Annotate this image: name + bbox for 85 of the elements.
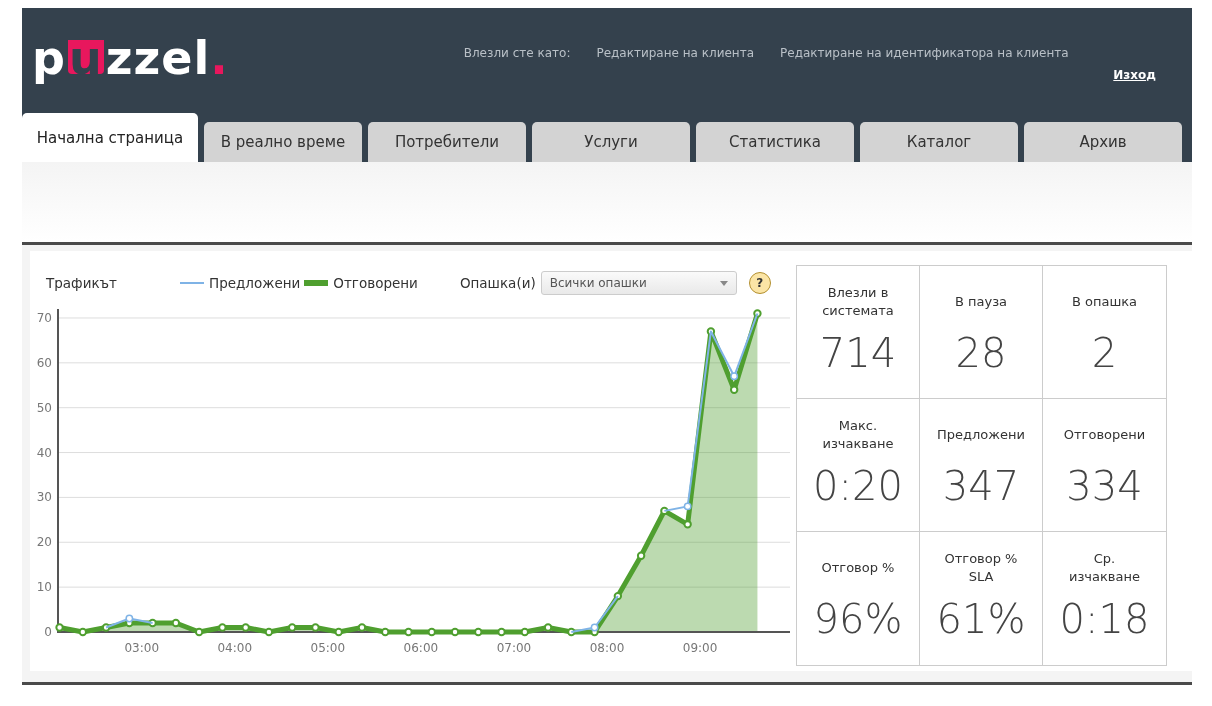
tab[interactable]: Услуги — [532, 122, 690, 162]
data-point — [218, 623, 227, 632]
axis-label: 30 — [36, 490, 52, 505]
stat-label: Макс. изчакване — [821, 416, 895, 453]
logout-link[interactable]: Изход — [1113, 68, 1156, 82]
stat-value: 61% — [936, 596, 1026, 642]
tab[interactable]: Каталог — [860, 122, 1018, 162]
queue-dropdown[interactable]: Всички опашки — [540, 271, 737, 295]
data-point — [567, 627, 576, 637]
axis-label: 50 — [36, 400, 52, 415]
data-point — [520, 627, 529, 637]
customer-id: Редактиране на идентификатора на клиента — [780, 46, 1069, 60]
axis-label: 05:00 — [310, 641, 346, 655]
axis-label: 10 — [36, 580, 52, 595]
data-point — [404, 627, 413, 637]
stat-value: 0:18 — [1059, 596, 1150, 642]
stat-value: 0:20 — [813, 463, 903, 509]
axis-label: 09:00 — [682, 641, 718, 655]
data-point — [613, 591, 623, 601]
tab[interactable]: Начална страница — [22, 113, 198, 162]
data-point — [241, 623, 250, 632]
stat-label: Предложени — [937, 425, 1025, 444]
axis-label: 06:00 — [403, 641, 439, 655]
tab[interactable]: Статистика — [696, 122, 854, 162]
axis-label: 40 — [36, 445, 52, 460]
customer-name: Редактиране на клиента — [596, 46, 755, 60]
data-point — [148, 618, 157, 628]
stat-value: 28 — [955, 330, 1007, 376]
logo: puzzel. — [32, 30, 229, 86]
stat-label: В пауза — [954, 292, 1008, 311]
tab[interactable]: Архив — [1024, 122, 1182, 162]
data-point — [357, 623, 367, 632]
data-point — [194, 627, 204, 637]
stat-label: Отговор % — [821, 558, 895, 577]
axis-label: 07:00 — [496, 641, 532, 655]
stat-value: 2 — [1091, 330, 1118, 376]
queue-label: Опашка(и) — [459, 275, 536, 291]
data-point — [288, 623, 297, 632]
axis-label: 70 — [36, 310, 52, 325]
data-point — [427, 627, 436, 637]
data-point — [730, 372, 739, 381]
data-point — [381, 627, 390, 637]
data-point — [334, 627, 343, 637]
data-point — [683, 502, 692, 511]
data-point — [543, 623, 553, 632]
data-point — [125, 614, 134, 623]
data-point — [683, 520, 692, 529]
axis-label: 08:00 — [589, 641, 625, 655]
stat-value: 334 — [1066, 463, 1143, 509]
data-point — [497, 627, 506, 637]
data-point — [264, 627, 274, 637]
caret-icon — [719, 280, 728, 286]
legend-label: Отговорени — [333, 275, 418, 291]
stat-label: Отговорени — [1063, 425, 1146, 444]
data-point — [171, 618, 181, 628]
axis-label: 20 — [36, 535, 52, 550]
data-point — [474, 627, 483, 637]
data-point — [753, 309, 762, 318]
logged-in-label: Влезли сте като: — [463, 46, 571, 60]
tab[interactable]: В реално време — [204, 122, 362, 162]
stat-label: Влезли в системата — [821, 283, 895, 320]
legend-label: Предложени — [209, 275, 301, 291]
data-point — [729, 385, 739, 394]
tab[interactable]: Потребители — [368, 122, 526, 162]
data-point — [590, 623, 599, 632]
axis-label: 60 — [36, 355, 52, 370]
data-point — [660, 506, 669, 516]
help-icon[interactable]: ? — [748, 272, 771, 294]
data-point — [311, 623, 320, 632]
stat-label: В опашка — [1071, 292, 1138, 311]
axis-label: 0 — [44, 625, 52, 639]
stat-label: Отговор % SLA — [943, 549, 1019, 586]
chart-title: Трафикът — [46, 275, 118, 291]
data-point — [706, 327, 716, 336]
stat-value: 96% — [813, 596, 903, 642]
axis-label: 04:00 — [217, 641, 253, 655]
data-point — [78, 627, 87, 637]
data-point — [101, 623, 111, 632]
stat-value: 347 — [942, 463, 1020, 509]
stat-label: Ср. изчакване — [1068, 549, 1141, 586]
data-point — [636, 551, 646, 560]
data-point — [55, 623, 64, 632]
axis-label: 03:00 — [124, 641, 160, 655]
stat-value: 714 — [819, 330, 897, 376]
data-point — [450, 627, 460, 637]
